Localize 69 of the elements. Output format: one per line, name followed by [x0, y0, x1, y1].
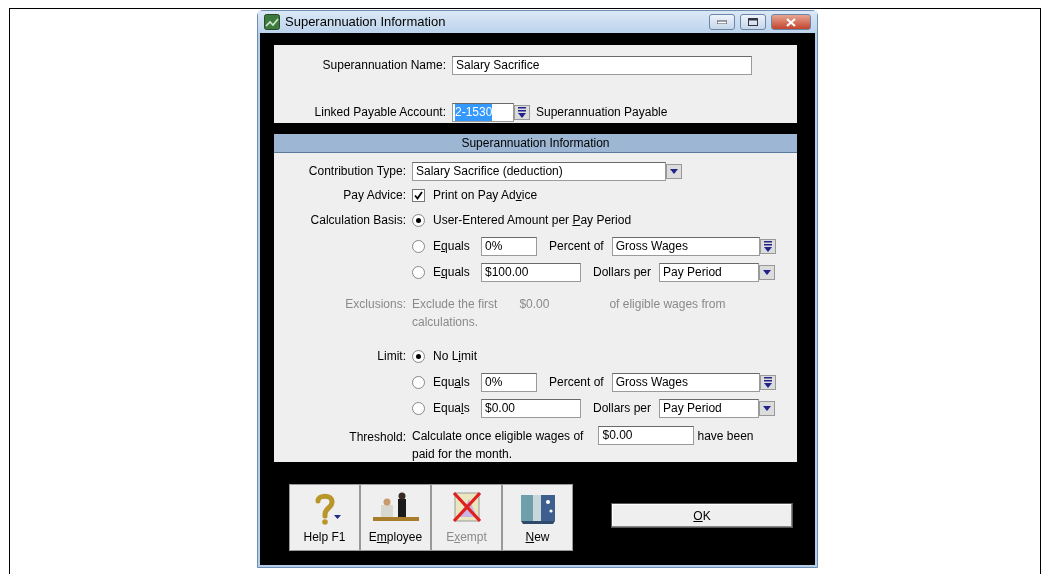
- contribution-type-dropdown[interactable]: Salary Sacrifice (deduction): [412, 161, 666, 181]
- minimize-button[interactable]: [709, 14, 735, 30]
- threshold-text: Calculate once eligible wages of: [412, 427, 584, 445]
- radio-button[interactable]: [412, 213, 425, 227]
- field-label: Pay Advice:: [343, 187, 407, 204]
- toolbar-button[interactable]: New: [502, 484, 573, 551]
- radio-button[interactable]: [412, 239, 425, 253]
- radio-label[interactable]: Equals: [433, 373, 481, 391]
- toolbar-button[interactable]: Employee: [360, 484, 431, 551]
- basis-dropdown[interactable]: Gross Wages: [611, 372, 760, 392]
- list-icon: [517, 106, 527, 118]
- amount-field[interactable]: $0.00: [481, 398, 581, 418]
- exclusion-amount: $0.00: [519, 296, 551, 313]
- checkbox[interactable]: [412, 188, 425, 202]
- field-label: Superannuation Name:: [321, 57, 447, 74]
- field-label: Threshold:: [349, 429, 407, 446]
- dropdown-button[interactable]: [666, 163, 682, 179]
- field-label: Exclusions:: [345, 296, 407, 313]
- exclusion-text: Exclude the first: [412, 296, 498, 313]
- unit-label: Percent of: [549, 238, 604, 255]
- field-label: Limit:: [377, 348, 407, 365]
- radio-label[interactable]: Equals: [433, 399, 481, 417]
- account-name: Superannuation Payable: [536, 104, 668, 121]
- amount-field[interactable]: 0%: [481, 236, 537, 256]
- radio-button[interactable]: [412, 375, 425, 389]
- amount-field[interactable]: 0%: [481, 372, 537, 392]
- radio-label[interactable]: No Limit: [433, 347, 478, 365]
- radio-button[interactable]: [412, 265, 425, 279]
- dropdown-button[interactable]: [759, 264, 776, 280]
- radio-label[interactable]: User-Entered Amount per Pay Period: [433, 211, 632, 229]
- unit-label: Percent of: [549, 374, 604, 391]
- close-button[interactable]: [771, 14, 811, 30]
- maximize-icon: [748, 18, 758, 26]
- field-label: Calculation Basis:: [310, 212, 407, 229]
- dropdown-button[interactable]: [759, 400, 776, 416]
- radio-label[interactable]: Equals: [433, 237, 481, 255]
- basis-dropdown[interactable]: Pay Period: [659, 398, 760, 418]
- name-field[interactable]: Salary Sacrifice: [452, 55, 752, 75]
- minimize-icon: [717, 20, 727, 24]
- ok-button[interactable]: OK: [611, 503, 793, 528]
- threshold-text: have been: [697, 427, 754, 445]
- list-icon: [762, 376, 773, 388]
- app-icon: [264, 14, 280, 30]
- section-header: Superannuation Information: [274, 134, 797, 153]
- threshold-field[interactable]: $0.00: [598, 426, 695, 445]
- maximize-button[interactable]: [740, 14, 766, 30]
- list-icon: [762, 240, 773, 252]
- close-icon: [786, 17, 796, 27]
- basis-dropdown[interactable]: Pay Period: [659, 262, 760, 282]
- exclusion-text: calculations.: [412, 314, 480, 331]
- caret-icon: [762, 268, 773, 276]
- caret-icon: [669, 167, 679, 175]
- radio-button[interactable]: [412, 349, 425, 363]
- threshold-text: paid for the month.: [412, 446, 514, 463]
- amount-field[interactable]: $100.00: [481, 262, 581, 282]
- radio-label[interactable]: Equals: [433, 263, 481, 281]
- field-label: Linked Payable Account:: [313, 104, 447, 121]
- toolbar-button[interactable]: Help F1: [289, 484, 360, 551]
- unit-label: Dollars per: [593, 264, 652, 281]
- basis-dropdown[interactable]: Gross Wages: [611, 236, 760, 256]
- window-title: Superannuation Information: [285, 13, 447, 32]
- list-button[interactable]: [514, 104, 530, 120]
- check-icon: [414, 190, 423, 200]
- radio-button[interactable]: [412, 401, 425, 415]
- caret-icon: [762, 404, 773, 412]
- checkbox-label[interactable]: Print on Pay Advice: [433, 186, 538, 204]
- unit-label: Dollars per: [593, 400, 652, 417]
- field-label: Contribution Type:: [308, 163, 407, 180]
- exclusion-text: of eligible wages from: [609, 296, 726, 313]
